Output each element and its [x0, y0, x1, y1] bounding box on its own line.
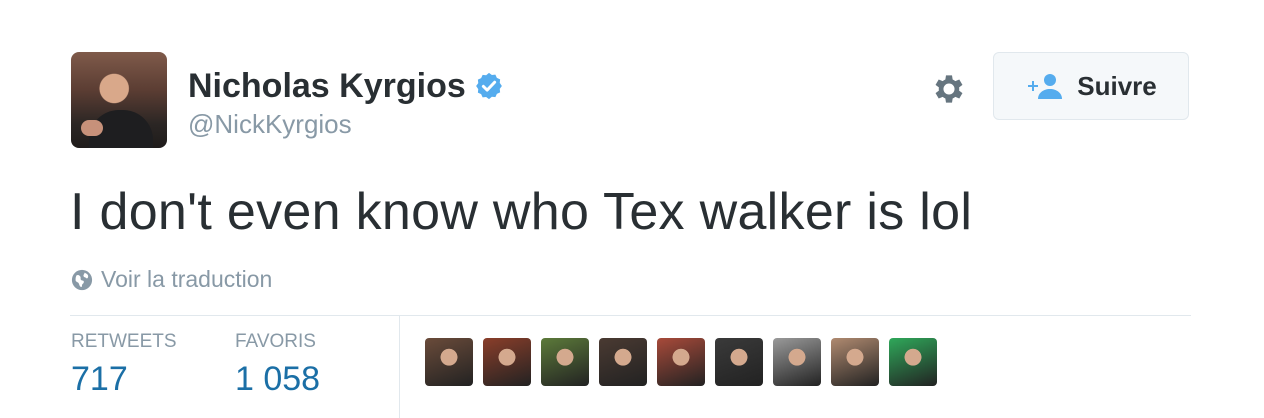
favoriter-4-avatar[interactable]	[599, 338, 647, 386]
favoriter-1-avatar[interactable]	[425, 338, 473, 386]
display-name[interactable]: Nicholas Kyrgios	[188, 64, 466, 108]
favoriter-5-avatar[interactable]	[657, 338, 705, 386]
favoriters-list	[425, 338, 937, 386]
globe-icon	[71, 269, 93, 290]
favoriter-3-avatar[interactable]	[541, 338, 589, 386]
favorites-count: 1 058	[235, 360, 321, 398]
tweet-text: I don't even know who Tex walker is lol	[70, 183, 973, 241]
translate-link[interactable]: Voir la traduction	[71, 266, 272, 293]
favoriter-8-avatar[interactable]	[831, 338, 879, 386]
add-user-icon	[1028, 74, 1063, 99]
follow-button-label: Suivre	[1077, 70, 1157, 101]
retweets-label: RETWEETS	[71, 331, 177, 352]
stats-divider	[70, 315, 1191, 316]
favoriter-6-avatar[interactable]	[715, 338, 763, 386]
verified-badge-icon	[475, 72, 502, 100]
user-handle[interactable]: @NickKyrgios	[188, 108, 504, 140]
translate-label: Voir la traduction	[101, 266, 273, 292]
user-info: Nicholas Kyrgios @NickKyrgios	[188, 64, 504, 140]
favoriter-2-avatar[interactable]	[483, 338, 531, 386]
stats-vertical-divider	[399, 316, 400, 418]
avatar-hand	[81, 120, 103, 136]
profile-avatar[interactable]	[71, 52, 167, 148]
retweets-count: 717	[71, 360, 128, 398]
gear-icon[interactable]	[930, 70, 968, 108]
follow-button[interactable]: Suivre	[993, 52, 1189, 120]
favoriter-9-avatar[interactable]	[889, 338, 937, 386]
favorites-stat[interactable]: FAVORIS 1 058	[235, 331, 320, 401]
retweets-stat[interactable]: RETWEETS 717	[71, 331, 177, 401]
favoriter-7-avatar[interactable]	[773, 338, 821, 386]
favorites-label: FAVORIS	[235, 331, 316, 352]
display-name-row[interactable]: Nicholas Kyrgios	[188, 64, 504, 108]
